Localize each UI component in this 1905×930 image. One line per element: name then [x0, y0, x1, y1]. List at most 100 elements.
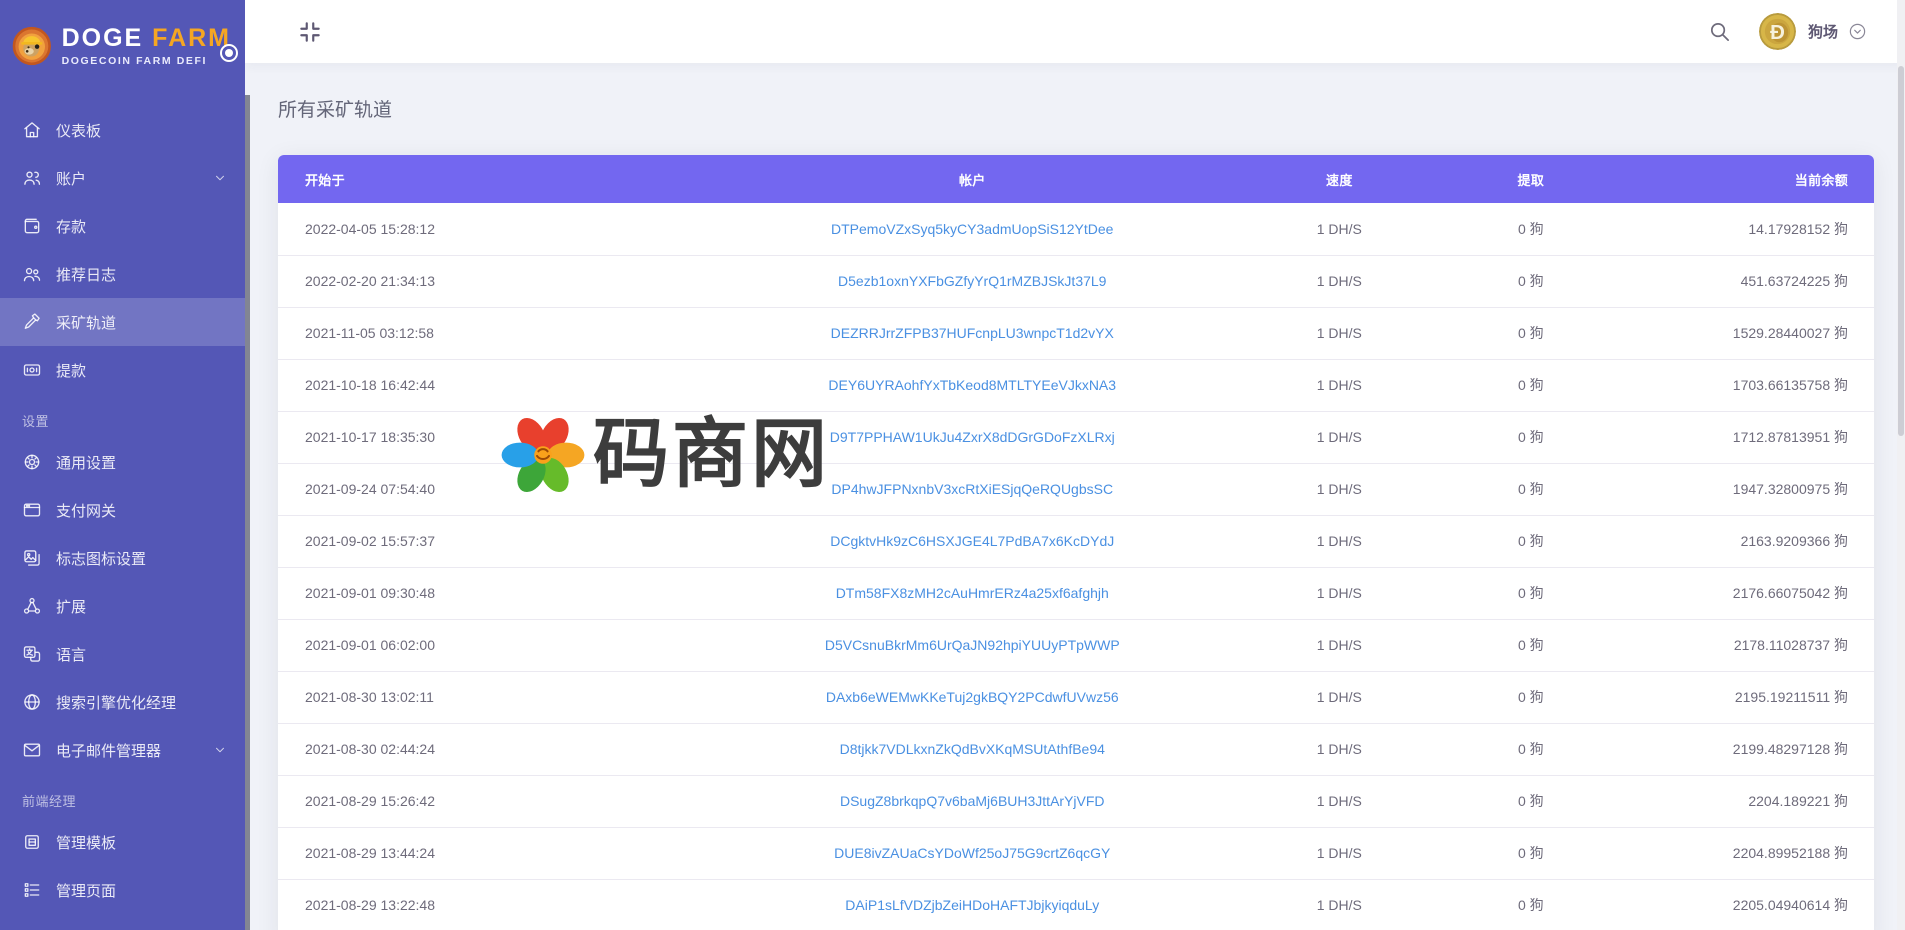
users-icon: [22, 168, 42, 188]
cell-started-at: 2021-10-17 18:35:30: [278, 411, 725, 463]
account-link[interactable]: DAiP1sLfVDZjbZeiHDoHAFTJbjkyiqduLy: [845, 897, 1099, 913]
wallet-icon: [22, 216, 42, 236]
cell-started-at: 2021-08-29 15:26:42: [278, 775, 725, 827]
cell-speed: 1 DH/S: [1220, 671, 1459, 723]
sidebar-section-heading: 前端经理: [0, 774, 245, 818]
sidebar-item-withdrawals[interactable]: 提款: [0, 346, 245, 394]
sidebar-item-label: 标志图标设置: [56, 548, 146, 569]
cell-withdrawn: 0 狗: [1459, 567, 1603, 619]
cell-started-at: 2021-08-30 13:02:11: [278, 671, 725, 723]
cell-current-balance: 2163.9209366 狗: [1603, 515, 1874, 567]
cell-current-balance: 1703.66135758 狗: [1603, 359, 1874, 411]
sidebar-item-mining-tracks[interactable]: 采矿轨道: [0, 298, 245, 346]
cell-current-balance: 1529.28440027 狗: [1603, 307, 1874, 359]
sidebar-item-label: 语言: [56, 644, 86, 665]
user-avatar[interactable]: Ð: [1759, 13, 1796, 50]
page-scrollbar-thumb[interactable]: [1898, 66, 1904, 436]
cell-started-at: 2021-10-18 16:42:44: [278, 359, 725, 411]
sidebar-item-language[interactable]: 语言: [0, 630, 245, 678]
table-row: 2022-02-20 21:34:13D5ezb1oxnYXFbGZfyYrQ1…: [278, 255, 1874, 307]
mining-tracks-card: 开始于帐户速度提取当前余额 2022-04-05 15:28:12DTPemoV…: [278, 155, 1874, 930]
page-scrollbar[interactable]: [1897, 0, 1905, 930]
chevron-down-circle-icon[interactable]: [1848, 22, 1867, 41]
cell-current-balance: 2205.04940614 狗: [1603, 879, 1874, 930]
column-header: 提取: [1459, 155, 1603, 203]
sidebar-item-dashboard[interactable]: 仪表板: [0, 106, 245, 154]
account-link[interactable]: DUE8ivZAUaCsYDoWf25oJ75G9crtZ6qcGY: [834, 845, 1110, 861]
sidebar-item-label: 支付网关: [56, 500, 116, 521]
account-link[interactable]: DEZRRJrrZFPB37HUFcnpLU3wnpcT1d2vYX: [831, 325, 1114, 341]
cell-started-at: 2022-04-05 15:28:12: [278, 203, 725, 255]
table-row: 2021-09-01 09:30:48 DTm58FX8zMH2cAuHmrERz…: [278, 567, 1874, 619]
account-link[interactable]: D5VCsnuBkrMm6UrQaJN92hpiYUUyPTpWWP: [825, 637, 1120, 653]
sidebar-item-label: 提款: [56, 360, 86, 381]
collapse-menu-icon[interactable]: [297, 19, 323, 45]
account-link[interactable]: DP4hwJFPNxnbV3xcRtXiESjqQeRQUgbsSC: [831, 481, 1113, 497]
people-icon: [22, 264, 42, 284]
sidebar-item-general-settings[interactable]: 通用设置: [0, 438, 245, 486]
cell-account: DEY6UYRAohfYxTbKeod8MTLTYEeVJkxNA3: [725, 359, 1220, 411]
cell-current-balance: 2199.48297128 狗: [1603, 723, 1874, 775]
cell-started-at: 2021-09-24 07:54:40: [278, 463, 725, 515]
sidebar-item-seo-manager[interactable]: 搜索引擎优化经理: [0, 678, 245, 726]
cell-speed: 1 DH/S: [1220, 567, 1459, 619]
cell-withdrawn: 0 狗: [1459, 307, 1603, 359]
brand-title: DOGE FARM: [62, 25, 231, 51]
sidebar-item-label: 管理模板: [56, 832, 116, 853]
account-link[interactable]: DSugZ8brkqpQ7v6baMj6BUH3JttArYjVFD: [840, 793, 1105, 809]
table-row: 2021-10-17 18:35:30 D9T7PPHAW1UkJu4ZxrX8d…: [278, 411, 1874, 463]
account-link[interactable]: DTPemoVZxSyq5kyCY3admUopSiS12YtDee: [831, 221, 1113, 237]
cell-current-balance: 2204.89952188 狗: [1603, 827, 1874, 879]
cell-current-balance: 1712.87813951 狗: [1603, 411, 1874, 463]
account-link[interactable]: DAxb6eWEMwKKeTuj2gkBQY2PCdwfUVwz56: [826, 689, 1119, 705]
sidebar-item-label: 账户: [56, 168, 86, 189]
cell-speed: 1 DH/S: [1220, 723, 1459, 775]
account-link[interactable]: D8tjkk7VDLkxnZkQdBvXKqMSUtAthfBe94: [840, 741, 1105, 757]
cell-account: DCgktvHk9zC6HSXJGE4L7PdBA7x6KcDYdJ: [725, 515, 1220, 567]
cell-current-balance: 2178.11028737 狗: [1603, 619, 1874, 671]
cell-account: DTPemoVZxSyq5kyCY3admUopSiS12YtDee: [725, 203, 1220, 255]
cell-started-at: 2021-11-05 03:12:58: [278, 307, 725, 359]
sidebar-item-email-manager[interactable]: 电子邮件管理器: [0, 726, 245, 774]
chevron-down-icon: [213, 743, 227, 757]
user-name[interactable]: 狗场: [1808, 21, 1838, 42]
cell-withdrawn: 0 狗: [1459, 879, 1603, 930]
template-icon: [22, 832, 42, 852]
cell-withdrawn: 0 狗: [1459, 671, 1603, 723]
account-link[interactable]: DTm58FX8zMH2cAuHmrERz4a25xf6afghjh: [836, 585, 1109, 601]
sidebar-item-extensions[interactable]: 扩展: [0, 582, 245, 630]
table-row: 2021-08-29 13:22:48DAiP1sLfVDZjbZeiHDoHA…: [278, 879, 1874, 930]
cell-current-balance: 14.17928152 狗: [1603, 203, 1874, 255]
cash-card-icon: [22, 360, 42, 380]
sidebar-pin-toggle[interactable]: [220, 44, 238, 62]
sidebar-item-payment-gateway[interactable]: 支付网关: [0, 486, 245, 534]
sidebar-item-manage-templates[interactable]: 管理模板: [0, 818, 245, 866]
account-link[interactable]: DEY6UYRAohfYxTbKeod8MTLTYEeVJkxNA3: [828, 377, 1116, 393]
sidebar-item-manage-pages[interactable]: 管理页面: [0, 866, 245, 914]
cell-current-balance: 2195.19211511 狗: [1603, 671, 1874, 723]
cell-speed: 1 DH/S: [1220, 463, 1459, 515]
brand-title-accent: FARM: [152, 24, 231, 52]
cell-speed: 1 DH/S: [1220, 203, 1459, 255]
account-link[interactable]: DCgktvHk9zC6HSXJGE4L7PdBA7x6KcDYdJ: [830, 533, 1114, 549]
sidebar-item-accounts[interactable]: 账户: [0, 154, 245, 202]
account-link[interactable]: D5ezb1oxnYXFbGZfyYrQ1rMZBJSkJt37L9: [838, 273, 1106, 289]
sidebar-item-label: 采矿轨道: [56, 312, 116, 333]
sidebar-scrollbar[interactable]: [245, 95, 250, 930]
sidebar-item-referral-log[interactable]: 推荐日志: [0, 250, 245, 298]
sidebar-item-deposits[interactable]: 存款: [0, 202, 245, 250]
sidebar-item-label: 电子邮件管理器: [56, 740, 161, 761]
cell-started-at: 2021-08-29 13:44:24: [278, 827, 725, 879]
table-row: 2021-08-29 13:44:24 DUE8ivZAUaCsYDoWf25oJ…: [278, 827, 1874, 879]
search-icon[interactable]: [1708, 20, 1731, 43]
sidebar-item-logo-icon-settings[interactable]: 标志图标设置: [0, 534, 245, 582]
brand-logo[interactable]: DOGE FARM DOGECOIN FARM DEFI: [0, 0, 245, 86]
cell-started-at: 2021-09-01 09:30:48: [278, 567, 725, 619]
table-row: 2021-09-01 06:02:00D5VCsnuBkrMm6UrQaJN92…: [278, 619, 1874, 671]
cell-current-balance: 2204.189221 狗: [1603, 775, 1874, 827]
table-row: 2021-11-05 03:12:58 DEZRRJrrZFPB37HUFcnpL…: [278, 307, 1874, 359]
account-link[interactable]: D9T7PPHAW1UkJu4ZxrX8dDGrGDoFzXLRxj: [830, 429, 1115, 445]
cell-speed: 1 DH/S: [1220, 359, 1459, 411]
cell-account: DEZRRJrrZFPB37HUFcnpLU3wnpcT1d2vYX: [725, 307, 1220, 359]
cell-current-balance: 1947.32800975 狗: [1603, 463, 1874, 515]
